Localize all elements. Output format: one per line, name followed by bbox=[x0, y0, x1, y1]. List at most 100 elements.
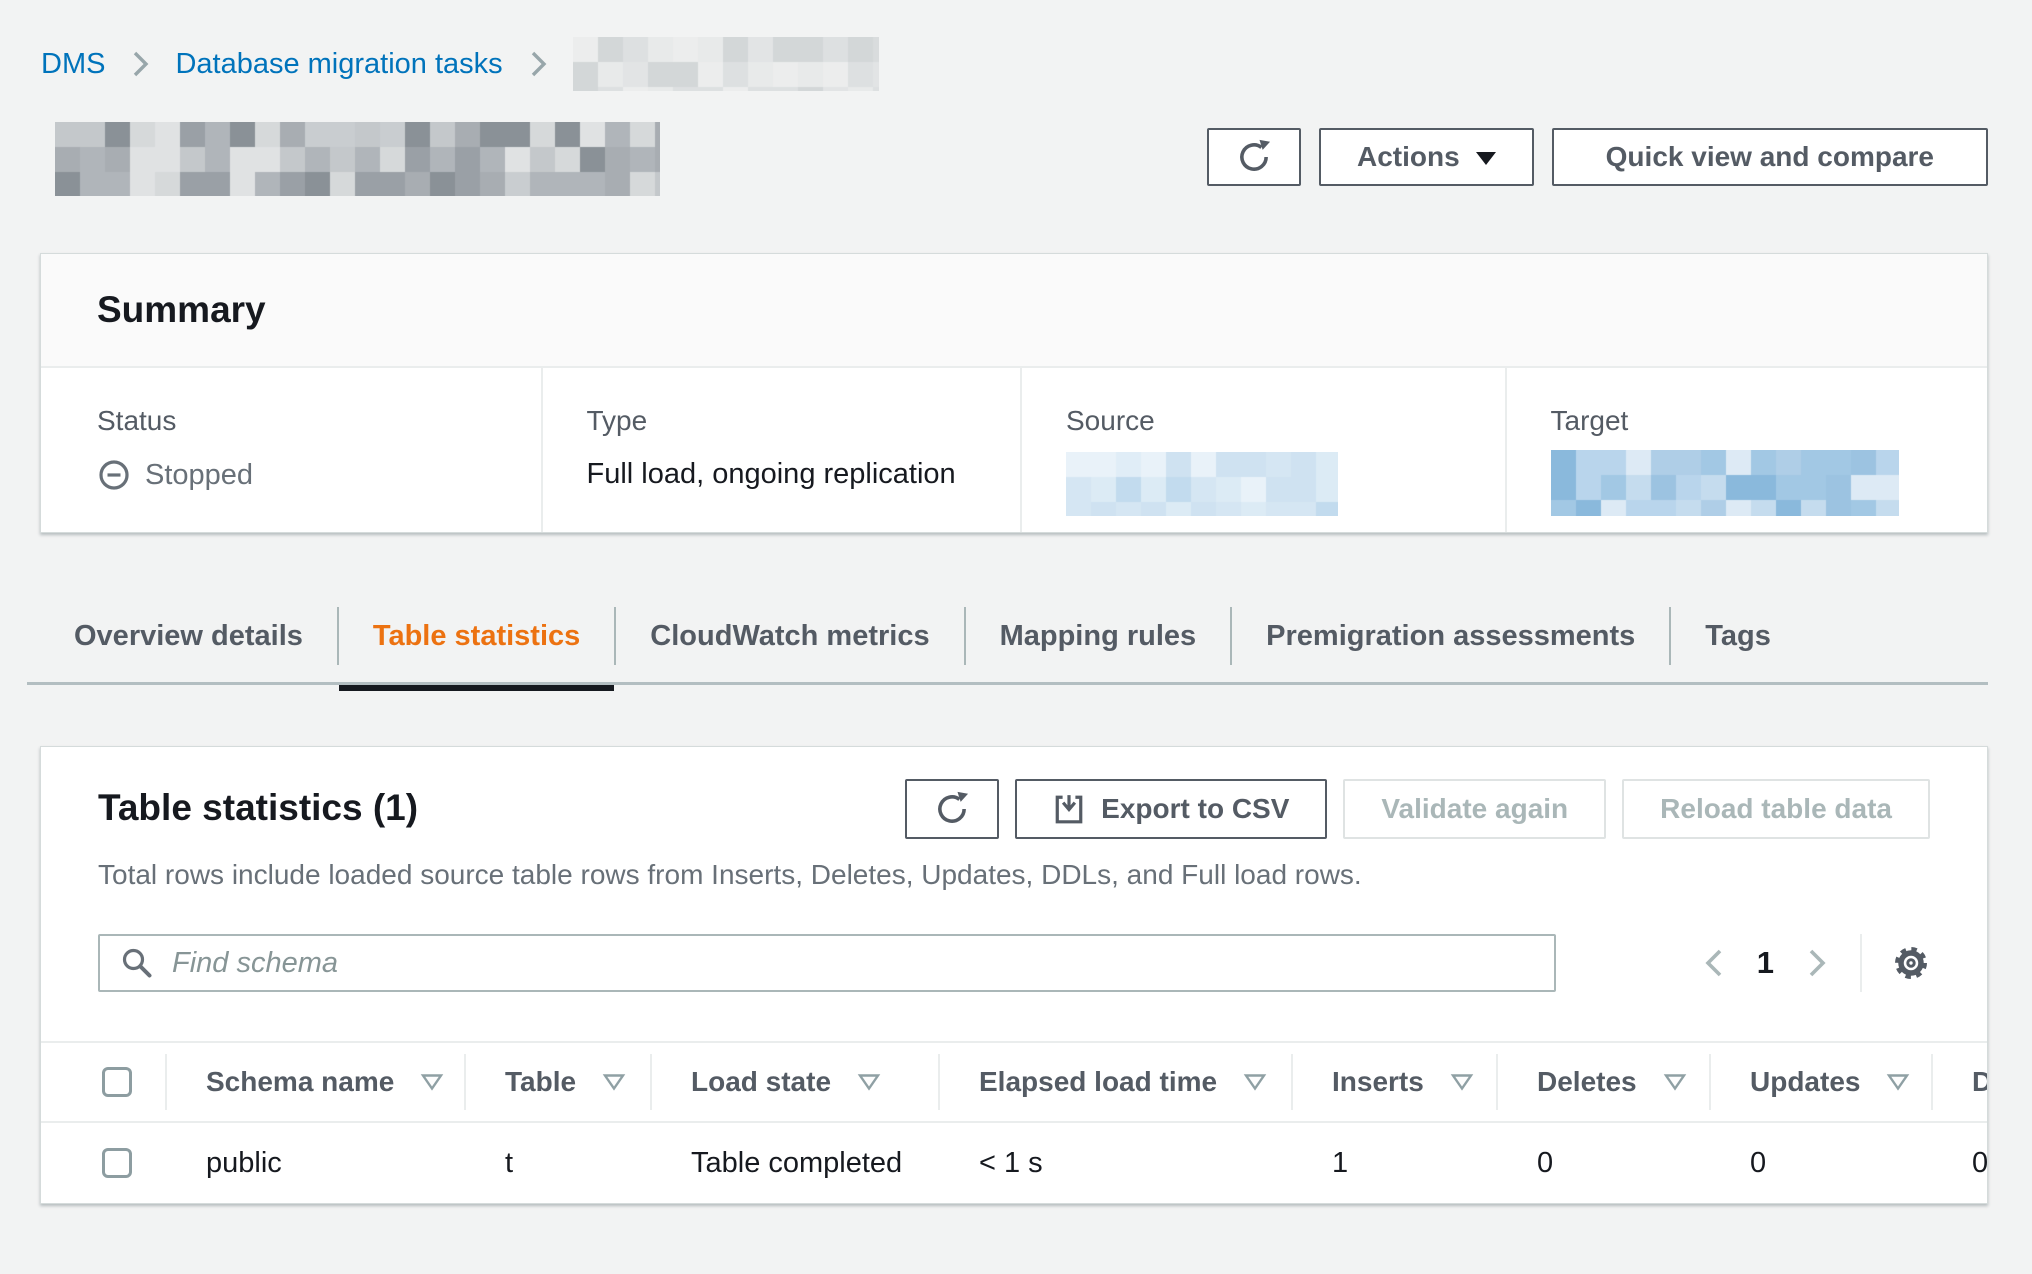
sort-icon bbox=[857, 1072, 881, 1092]
breadcrumb-redacted-task-name bbox=[573, 37, 879, 91]
table-row: publictTable completed< 1 s1000 bbox=[41, 1123, 1987, 1203]
table-statistics-toolbar: Export to CSV Validate again Reload tabl… bbox=[905, 779, 1930, 839]
settings-gear-button[interactable] bbox=[1892, 944, 1930, 982]
summary-field-type: TypeFull load, ongoing replication bbox=[541, 368, 1021, 532]
export-to-csv-button[interactable]: Export to CSV bbox=[1015, 779, 1327, 839]
column-header-d[interactable]: D bbox=[1931, 1043, 1988, 1121]
column-header-elapsed-load-time[interactable]: Elapsed load time bbox=[938, 1043, 1291, 1121]
summary-field-target: Target bbox=[1505, 368, 1988, 532]
next-page-button[interactable] bbox=[1804, 945, 1830, 981]
summary-target-redacted-value bbox=[1551, 450, 1899, 516]
table-cell: 1 bbox=[1291, 1147, 1496, 1180]
row-checkbox[interactable] bbox=[102, 1148, 132, 1178]
dms-task-page: { "colors": { "page_bg": "#f2f3f3", "lin… bbox=[0, 0, 2032, 1274]
column-header-label: Deletes bbox=[1537, 1066, 1637, 1098]
summary-field-status: Status Stopped bbox=[41, 368, 541, 532]
summary-field-label: Source bbox=[1066, 404, 1505, 438]
table-cell: 0 bbox=[1931, 1147, 1988, 1180]
export-to-csv-label: Export to CSV bbox=[1101, 793, 1289, 825]
summary-title: Summary bbox=[97, 289, 266, 331]
column-header-table[interactable]: Table bbox=[464, 1043, 650, 1121]
summary-field-label: Target bbox=[1551, 404, 1988, 438]
search-input[interactable] bbox=[170, 946, 1554, 981]
pagination: 1 bbox=[1701, 934, 1930, 992]
sort-icon bbox=[1243, 1072, 1267, 1092]
reload-table-data-label: Reload table data bbox=[1660, 793, 1892, 825]
table-cell: public bbox=[165, 1147, 464, 1180]
chevron-right-icon bbox=[1804, 945, 1830, 981]
sort-icon bbox=[1450, 1072, 1474, 1092]
select-all-header-cell bbox=[41, 1043, 165, 1121]
sort-icon bbox=[1886, 1072, 1910, 1092]
breadcrumb: DMS Database migration tasks bbox=[41, 36, 879, 92]
table-refresh-button[interactable] bbox=[905, 779, 999, 839]
table-statistics-table: Schema name Table Load state Elapsed loa… bbox=[41, 1041, 1987, 1203]
validate-again-label: Validate again bbox=[1381, 793, 1568, 825]
tab-cloudwatch-metrics[interactable]: CloudWatch metrics bbox=[616, 604, 963, 668]
column-header-inserts[interactable]: Inserts bbox=[1291, 1043, 1496, 1121]
stopped-circle-minus-icon bbox=[97, 458, 131, 492]
breadcrumb-link-tasks[interactable]: Database migration tasks bbox=[175, 48, 502, 81]
sort-icon bbox=[1663, 1072, 1687, 1092]
column-header-deletes[interactable]: Deletes bbox=[1496, 1043, 1709, 1121]
table-statistics-title: Table statistics (1) bbox=[98, 787, 418, 829]
sort-icon bbox=[420, 1072, 444, 1092]
column-header-load-state[interactable]: Load state bbox=[650, 1043, 938, 1121]
refresh-button[interactable] bbox=[1207, 128, 1301, 186]
table-statistics-panel: Table statistics (1) Total rows include … bbox=[40, 746, 1988, 1204]
column-header-label: Load state bbox=[691, 1066, 831, 1098]
find-schema-search bbox=[98, 934, 1556, 992]
table-cell: 0 bbox=[1709, 1147, 1931, 1180]
export-icon bbox=[1053, 793, 1085, 825]
task-tabs: Overview detailsTable statisticsCloudWat… bbox=[40, 598, 2001, 690]
table-cell: t bbox=[464, 1147, 650, 1180]
tab-table-statistics[interactable]: Table statistics bbox=[339, 604, 614, 668]
table-statistics-description: Total rows include loaded source table r… bbox=[98, 859, 1362, 891]
summary-card: Summary Status Stopped TypeFull load, ongo… bbox=[40, 253, 1988, 533]
gear-icon bbox=[1892, 944, 1930, 982]
summary-value-text: Stopped bbox=[145, 459, 253, 492]
validate-again-button: Validate again bbox=[1343, 779, 1606, 839]
column-header-label: Schema name bbox=[206, 1066, 394, 1098]
summary-fields: Status Stopped TypeFull load, ongoing repl… bbox=[41, 368, 1987, 532]
tab-mapping-rules[interactable]: Mapping rules bbox=[966, 604, 1231, 668]
tab-overview-details[interactable]: Overview details bbox=[40, 604, 337, 668]
summary-field-label: Status bbox=[97, 404, 541, 438]
refresh-icon bbox=[933, 790, 971, 828]
summary-field-value: Stopped bbox=[97, 458, 541, 492]
tab-tags[interactable]: Tags bbox=[1671, 604, 1805, 668]
refresh-icon bbox=[1235, 138, 1273, 176]
page-title-redacted bbox=[55, 122, 660, 196]
column-header-label: Updates bbox=[1750, 1066, 1860, 1098]
summary-field-value: Full load, ongoing replication bbox=[587, 458, 1021, 491]
column-header-label: Table bbox=[505, 1066, 576, 1098]
quick-view-and-compare-button[interactable]: Quick view and compare bbox=[1552, 128, 1988, 186]
actions-button-label: Actions bbox=[1357, 141, 1460, 173]
page-actions-toolbar: Actions Quick view and compare bbox=[1207, 128, 1988, 186]
summary-source-redacted-value bbox=[1066, 452, 1338, 516]
table-cell: < 1 s bbox=[938, 1147, 1291, 1180]
actions-button[interactable]: Actions bbox=[1319, 128, 1534, 186]
column-header-label: D bbox=[1972, 1066, 1988, 1098]
search-icon bbox=[120, 946, 154, 980]
chevron-right-icon bbox=[129, 48, 151, 80]
summary-card-header: Summary bbox=[41, 254, 1987, 368]
column-header-label: Inserts bbox=[1332, 1066, 1424, 1098]
chevron-left-icon bbox=[1701, 945, 1727, 981]
previous-page-button[interactable] bbox=[1701, 945, 1727, 981]
column-header-updates[interactable]: Updates bbox=[1709, 1043, 1931, 1121]
tab-premigration-assessments[interactable]: Premigration assessments bbox=[1232, 604, 1669, 668]
caret-down-icon bbox=[1476, 152, 1496, 165]
table-cell: 0 bbox=[1496, 1147, 1709, 1180]
current-page-number[interactable]: 1 bbox=[1757, 945, 1774, 981]
column-header-schema-name[interactable]: Schema name bbox=[165, 1043, 464, 1121]
tabs-baseline-rule bbox=[27, 682, 1988, 685]
row-select-cell bbox=[41, 1148, 165, 1178]
table-cell: Table completed bbox=[650, 1147, 938, 1180]
breadcrumb-link-dms[interactable]: DMS bbox=[41, 48, 105, 81]
summary-field-source: Source bbox=[1020, 368, 1505, 532]
quick-view-button-label: Quick view and compare bbox=[1606, 141, 1934, 173]
column-header-label: Elapsed load time bbox=[979, 1066, 1217, 1098]
summary-value-text: Full load, ongoing replication bbox=[587, 458, 956, 491]
select-all-checkbox[interactable] bbox=[102, 1067, 132, 1097]
